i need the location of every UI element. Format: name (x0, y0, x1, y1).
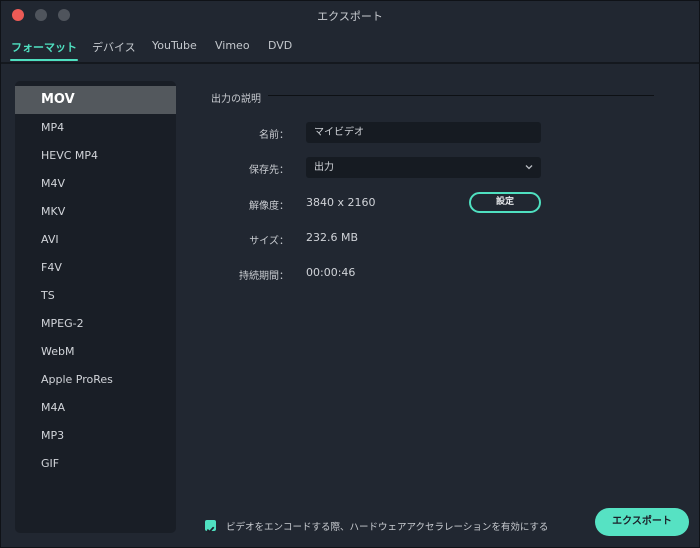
tab-format[interactable]: フォーマット (10, 39, 78, 61)
hw-accel-checkbox[interactable] (205, 520, 216, 534)
format-item-mp3[interactable]: MP3 (15, 422, 176, 450)
format-item-mp4[interactable]: MP4 (15, 114, 176, 142)
size-label: サイズ： (249, 236, 289, 247)
resolution-label: 解像度： (249, 201, 289, 212)
name-input[interactable] (306, 122, 541, 143)
window-title: エクスポート (317, 10, 383, 23)
name-label: 名前： (259, 130, 289, 141)
save-location-select[interactable]: 出力 (306, 157, 541, 178)
format-list: MOV MP4 HEVC MP4 M4V MKV AVI F4V TS MPEG… (15, 81, 176, 533)
tab-vimeo[interactable]: Vimeo (215, 39, 250, 58)
tab-dvd[interactable]: DVD (268, 39, 292, 58)
format-item-gif[interactable]: GIF (15, 450, 176, 478)
format-item-mpeg2[interactable]: MPEG-2 (15, 310, 176, 338)
duration-value: 00:00:46 (306, 266, 356, 279)
duration-label: 持続期間： (239, 271, 289, 282)
format-item-avi[interactable]: AVI (15, 226, 176, 254)
checkmark-icon (206, 526, 215, 534)
resolution-value: 3840 x 2160 (306, 196, 376, 209)
tab-youtube[interactable]: YouTube (152, 39, 197, 58)
save-location-label: 保存先： (249, 165, 289, 176)
hw-accel-label: ビデオをエンコードする際、ハードウェアアクセラレーションを有効にする (226, 522, 549, 533)
format-item-ts[interactable]: TS (15, 282, 176, 310)
chevron-down-icon (525, 165, 533, 170)
format-item-apple-prores[interactable]: Apple ProRes (15, 366, 176, 394)
title-bar: エクスポート (1, 1, 699, 31)
section-divider (268, 95, 654, 96)
size-value: 232.6 MB (306, 231, 359, 244)
tab-bar: フォーマット デバイス YouTube Vimeo DVD (1, 39, 699, 63)
settings-button[interactable]: 設定 (469, 192, 541, 213)
format-item-hevc-mp4[interactable]: HEVC MP4 (15, 142, 176, 170)
format-item-webm[interactable]: WebM (15, 338, 176, 366)
format-item-m4v[interactable]: M4V (15, 170, 176, 198)
save-location-value: 出力 (314, 162, 334, 173)
tab-device[interactable]: デバイス (92, 39, 136, 61)
tab-divider (1, 62, 699, 64)
format-item-f4v[interactable]: F4V (15, 254, 176, 282)
format-item-mkv[interactable]: MKV (15, 198, 176, 226)
format-item-mov[interactable]: MOV (15, 86, 176, 114)
format-item-m4a[interactable]: M4A (15, 394, 176, 422)
output-section-title: 出力の説明 (211, 94, 261, 105)
export-dialog: エクスポート フォーマット デバイス YouTube Vimeo DVD MOV… (0, 0, 700, 548)
export-button[interactable]: エクスポート (595, 508, 689, 536)
